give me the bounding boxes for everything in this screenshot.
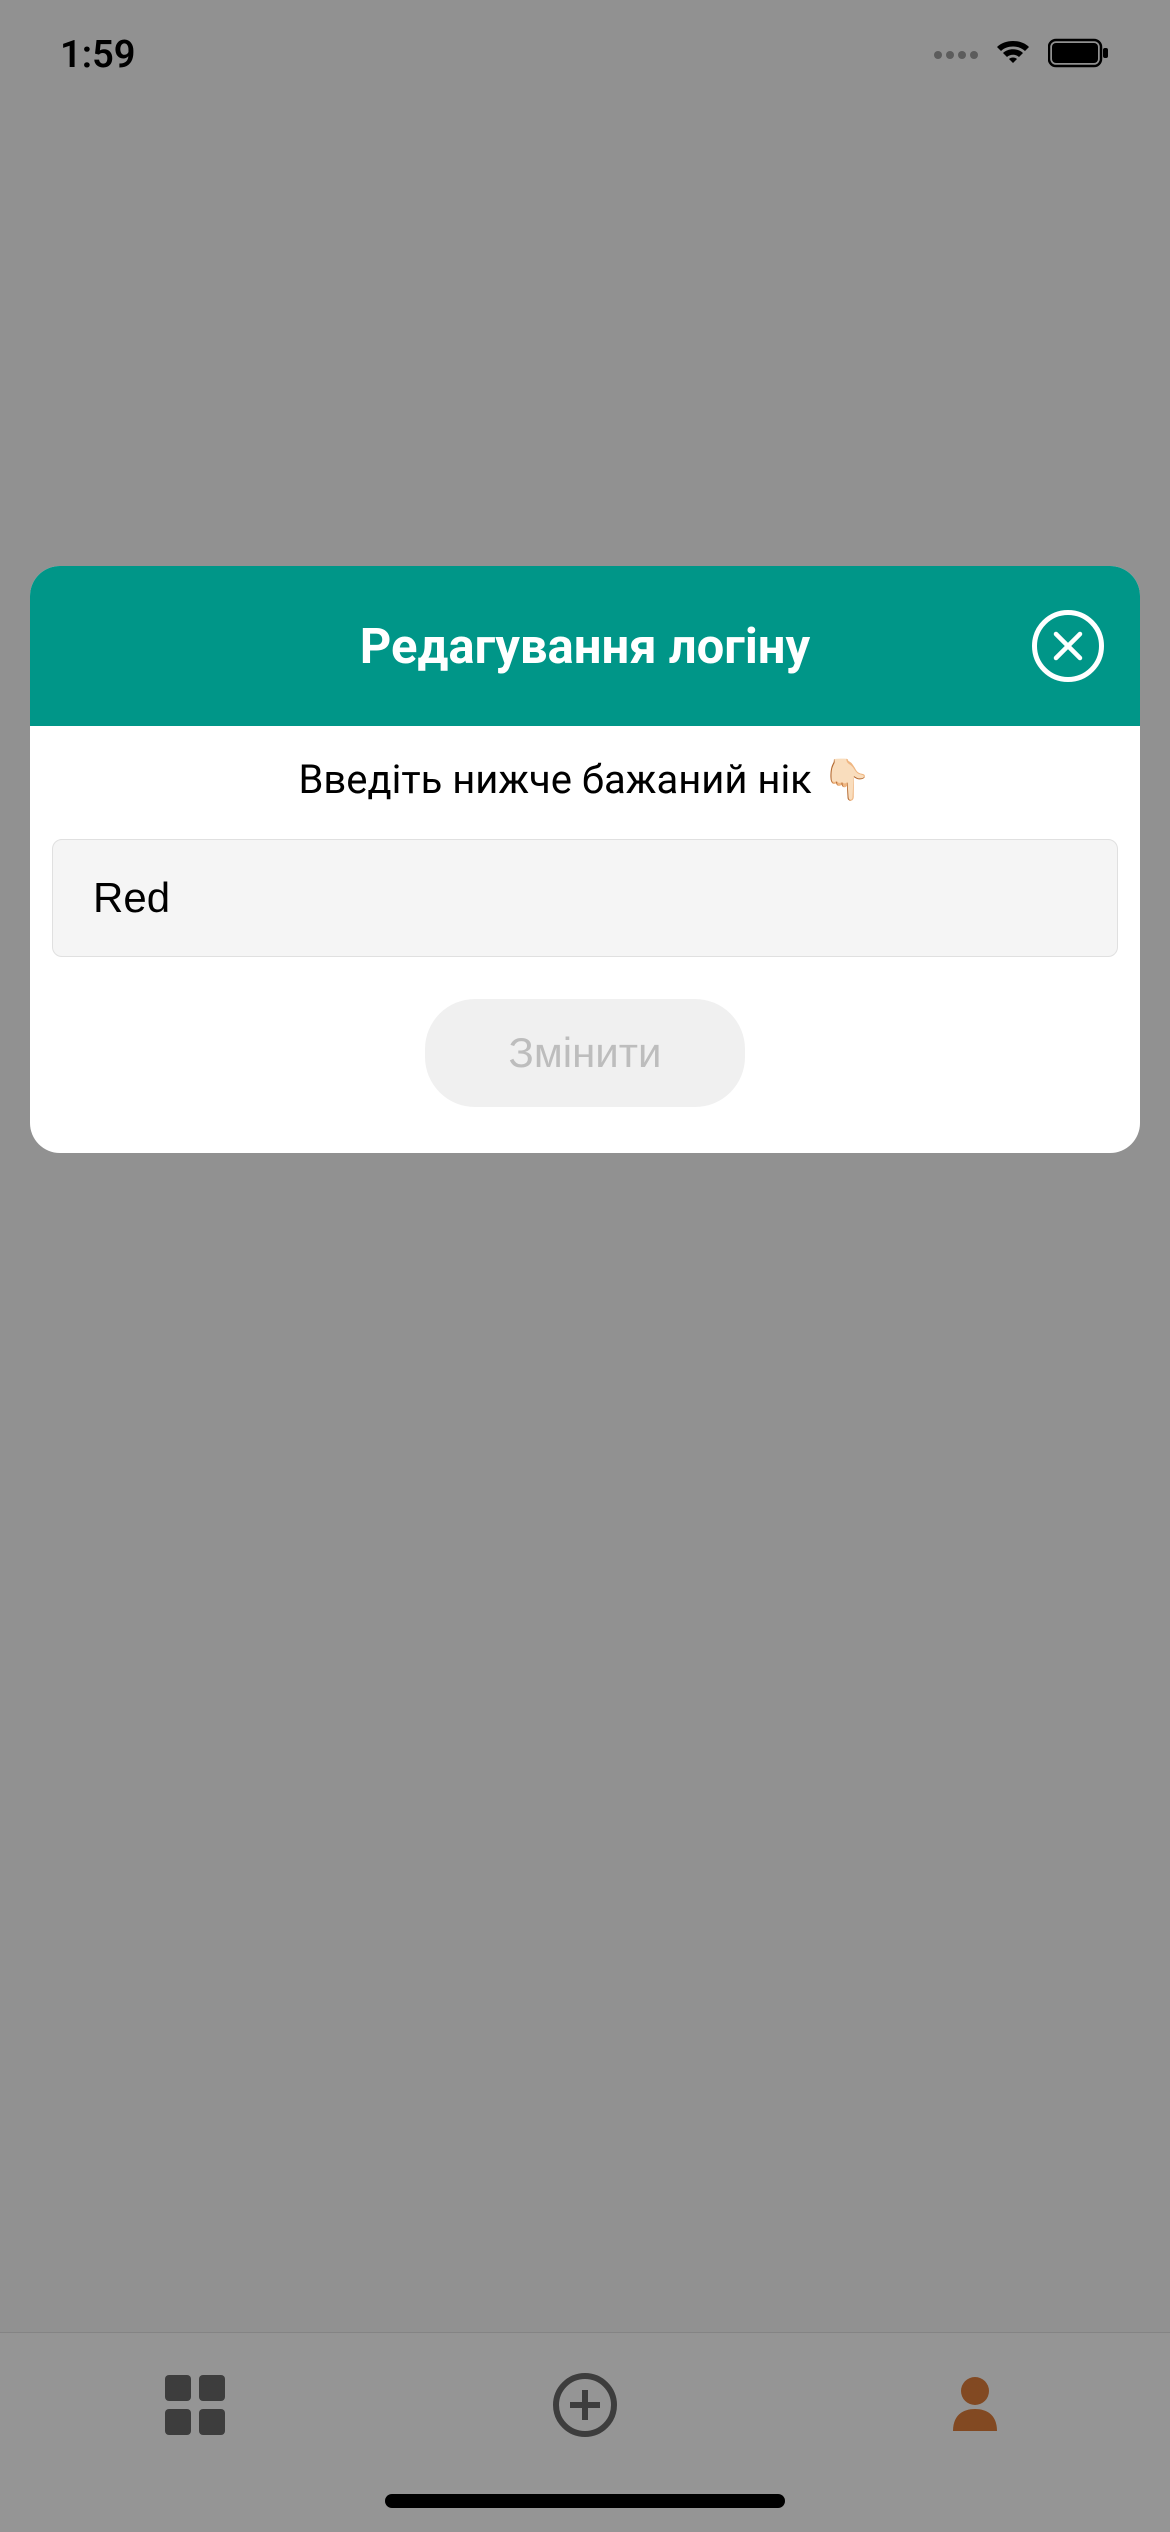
modal-title: Редагування логіну (360, 618, 810, 675)
edit-login-modal: Редагування логіну Введіть нижче бажаний… (30, 566, 1140, 1153)
close-button[interactable] (1032, 610, 1104, 682)
modal-overlay[interactable] (0, 0, 1170, 2532)
modal-body: Введіть нижче бажаний нік 👇🏻 Змінити (30, 726, 1140, 1153)
login-input[interactable] (52, 839, 1118, 957)
modal-header: Редагування логіну (30, 566, 1140, 726)
home-indicator[interactable] (385, 2494, 785, 2508)
close-icon (1053, 631, 1083, 661)
submit-button[interactable]: Змінити (425, 999, 745, 1107)
instruction-text: Введіть нижче бажаний нік 👇🏻 (52, 756, 1118, 803)
